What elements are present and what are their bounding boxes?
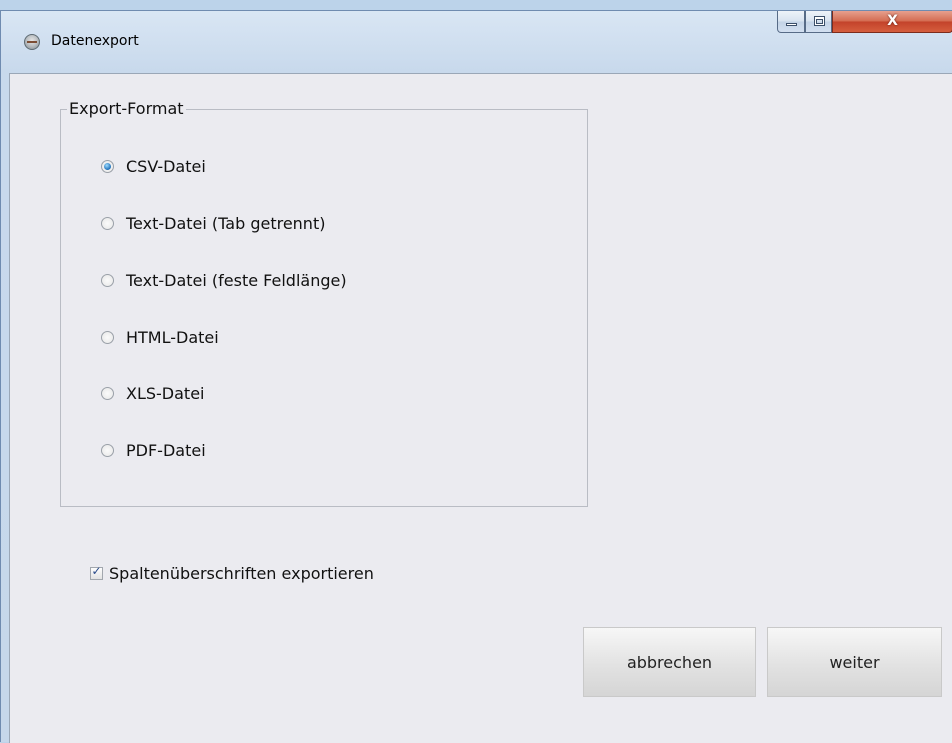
export-column-headers-checkbox[interactable]: ✓ (90, 563, 103, 580)
radio-label[interactable]: PDF-Datei (126, 441, 206, 460)
radio-option-xls[interactable]: XLS-Datei (101, 381, 205, 405)
radio-option-text-tab[interactable]: Text-Datei (Tab getrennt) (101, 211, 325, 235)
caption-buttons: X (777, 11, 952, 33)
minimize-icon (786, 23, 797, 26)
minimize-button[interactable] (777, 11, 805, 33)
radio-label[interactable]: HTML-Datei (126, 328, 219, 347)
radio-button[interactable] (101, 386, 114, 400)
window-title: Datenexport (51, 33, 139, 49)
radio-button[interactable] (101, 443, 114, 457)
title-bar[interactable]: Datenexport X (1, 11, 952, 73)
next-button[interactable]: weiter (767, 627, 942, 697)
radio-label[interactable]: XLS-Datei (126, 384, 205, 403)
checkbox-label[interactable]: Spaltenüberschriften exportieren (109, 564, 374, 583)
checkmark-icon: ✓ (91, 563, 102, 578)
export-column-headers-option[interactable]: ✓ Spaltenüberschriften exportieren (90, 561, 374, 585)
close-button[interactable]: X (832, 11, 952, 33)
radio-label[interactable]: Text-Datei (Tab getrennt) (126, 214, 325, 233)
radio-option-html[interactable]: HTML-Datei (101, 325, 219, 349)
export-format-legend: Export-Format (67, 99, 186, 118)
radio-button[interactable] (101, 159, 114, 173)
radio-option-pdf[interactable]: PDF-Datei (101, 438, 206, 462)
radio-option-csv[interactable]: CSV-Datei (101, 154, 206, 178)
cancel-button[interactable]: abbrechen (583, 627, 756, 697)
maximize-button[interactable] (805, 11, 832, 33)
close-icon: X (887, 13, 898, 29)
radio-label[interactable]: CSV-Datei (126, 157, 206, 176)
radio-button[interactable] (101, 273, 114, 287)
radio-button[interactable] (101, 330, 114, 344)
radio-button[interactable] (101, 216, 114, 230)
dialog-window: Datenexport X Export-Format CSV-Datei Te… (0, 10, 952, 743)
radio-option-text-fixed[interactable]: Text-Datei (feste Feldlänge) (101, 268, 347, 292)
maximize-icon (814, 16, 825, 26)
radio-label[interactable]: Text-Datei (feste Feldlänge) (126, 271, 347, 290)
dialog-client-area: Export-Format CSV-Datei Text-Datei (Tab … (9, 73, 952, 743)
app-icon[interactable] (24, 34, 40, 50)
export-format-group: Export-Format CSV-Datei Text-Datei (Tab … (60, 99, 588, 507)
